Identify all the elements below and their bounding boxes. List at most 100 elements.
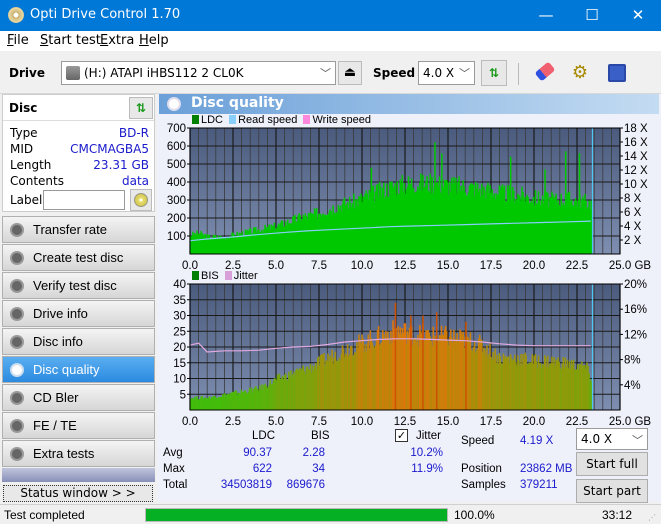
x-tick-label: 25.0 GB <box>609 416 652 426</box>
disc-icon <box>10 279 24 293</box>
ldc-spike <box>544 169 546 254</box>
erase-button[interactable] <box>532 60 558 86</box>
y-tick-label: 500 <box>167 159 186 171</box>
y-tick-label: 600 <box>167 141 186 153</box>
disc-label-button[interactable] <box>130 189 152 211</box>
nav-disc-quality[interactable]: Disc quality <box>2 356 155 383</box>
status-window-button[interactable]: Status window > > <box>3 485 153 502</box>
stats-col-ldc: LDC <box>252 430 276 442</box>
refresh-button[interactable]: ⇅ <box>481 60 507 86</box>
disc-icon <box>10 363 24 377</box>
y-tick-label: 5 <box>180 389 186 401</box>
bis-chart: 0.0 2.5 5.0 7.5 10.0 12.5 15.0 17.5 20.0 22.5 25.0… <box>173 279 652 426</box>
divider <box>3 120 154 121</box>
y2-tick-label: 2 X <box>624 235 642 247</box>
menu-help[interactable]: Help <box>139 33 169 48</box>
eraser-icon <box>534 61 556 82</box>
toolbar-divider <box>518 63 519 85</box>
stats-max-bis: 34 <box>312 463 325 475</box>
nav-label: Transfer rate <box>33 222 107 237</box>
test-speed-select[interactable]: 4.0 X ﹀ <box>576 428 648 450</box>
menu-start-test[interactable]: Start test <box>40 33 101 48</box>
disc-type-value: BD-R <box>118 126 149 140</box>
x-tick-label: 10.0 <box>351 260 373 270</box>
progress-text: 100.0% <box>454 508 495 522</box>
y2-tick-label: 18 X <box>624 123 648 135</box>
window-title: Opti Drive Control 1.70 <box>30 7 181 22</box>
settings-button[interactable]: ⚙ <box>567 60 593 86</box>
y2-tick-label: 4% <box>624 380 641 392</box>
nav-label: Create test disc <box>33 250 124 265</box>
nav-drive-info[interactable]: Drive info <box>2 300 155 327</box>
menu-extra-label: xtra <box>108 33 135 48</box>
stats-max-label: Max <box>163 463 185 475</box>
bis-spike <box>465 321 467 410</box>
disc-length-label: Length <box>10 158 52 172</box>
gears-icon: ⚙ <box>571 62 589 83</box>
y2-tick-label: 10 X <box>624 179 648 191</box>
eject-icon: ⏏ <box>343 65 357 80</box>
disc-contents-label: Contents <box>10 174 64 188</box>
disc-type-label: Type <box>10 126 38 140</box>
x-tick-label: 20.0 <box>523 260 545 270</box>
y2-tick-label: 14 X <box>624 151 648 163</box>
floppy-save-icon <box>608 64 626 82</box>
drive-select[interactable]: (H:) ATAPI iHBS112 2 CL0K ﹀ <box>61 61 336 85</box>
disc-label-label: Label <box>10 193 43 207</box>
x-tick-label: 12.5 <box>394 416 416 426</box>
disc-icon <box>10 335 24 349</box>
stats-avg-ldc: 90.37 <box>243 447 272 459</box>
start-full-button[interactable]: Start full <box>576 452 648 476</box>
panel-header: Disc quality <box>159 94 659 114</box>
nav-create-test-disc[interactable]: Create test disc <box>2 244 155 271</box>
close-button[interactable]: ✕ <box>615 0 661 31</box>
stats-avg-jitter: 10.2% <box>410 447 443 459</box>
disc-mid-value: CMCMAGBA5 <box>70 142 149 156</box>
y2-tick-label: 12 X <box>624 165 648 177</box>
jitter-checkbox[interactable]: ✓ <box>395 429 408 442</box>
disc-length-value: 23.31 GB <box>93 158 149 172</box>
save-button[interactable] <box>604 60 630 86</box>
nav-label: Drive info <box>33 306 88 321</box>
disc-refresh-button[interactable]: ⇅ <box>129 97 153 119</box>
stats-max-ldc: 622 <box>252 463 272 475</box>
status-text: Test completed <box>4 508 85 522</box>
nav-cd-bler[interactable]: CD Bler <box>2 384 155 411</box>
nav-disc-info[interactable]: Disc info <box>2 328 155 355</box>
nav-transfer-rate[interactable]: Transfer rate <box>2 216 155 243</box>
start-part-button[interactable]: Start part <box>576 479 648 503</box>
bis-spike <box>394 302 397 410</box>
bis-spike <box>410 315 412 410</box>
resize-grip-icon[interactable]: ⋰ <box>648 513 656 522</box>
nav-extra-tests[interactable]: Extra tests <box>2 440 155 467</box>
cd-icon <box>134 193 148 207</box>
speed-readout-value: 4.19 X <box>520 435 554 447</box>
minimize-button[interactable]: — <box>523 0 569 31</box>
stats-total-label: Total <box>163 479 188 491</box>
y-tick-label: 200 <box>167 213 186 225</box>
menu-extra[interactable]: Extra <box>100 33 134 48</box>
x-tick-label: 25.0 GB <box>609 260 652 270</box>
maximize-button[interactable]: ☐ <box>569 0 615 31</box>
speed-value: 4.0 X <box>423 66 455 80</box>
stats-total-ldc: 34503819 <box>220 479 272 491</box>
menu-file[interactable]: File <box>7 33 29 48</box>
x-tick-label: 15.0 <box>437 416 459 426</box>
toolbar: Drive (H:) ATAPI iHBS112 2 CL0K ﹀ ⏏ Spee… <box>0 51 661 94</box>
menu-help-accel: H <box>139 33 149 48</box>
checkmark-icon: ✓ <box>396 429 407 442</box>
eject-button[interactable]: ⏏ <box>338 61 362 85</box>
menu-file-label: ile <box>13 33 29 48</box>
stats-jitter-label: Jitter <box>416 430 441 442</box>
status-bar: Test completed 100.0% 33:12 ⋰ <box>0 504 661 524</box>
stats-max-jitter: 11.9% <box>411 463 443 475</box>
disc-label-input[interactable] <box>43 190 125 210</box>
speed-select[interactable]: 4.0 X ﹀ <box>418 61 475 85</box>
x-tick-label: 15.0 <box>437 260 459 270</box>
nav-fe-te[interactable]: FE / TE <box>2 412 155 439</box>
nav-verify-test-disc[interactable]: Verify test disc <box>2 272 155 299</box>
x-tick-label: 12.5 <box>394 260 416 270</box>
x-tick-label: 22.5 <box>566 416 588 426</box>
y2-tick-label: 16% <box>624 304 647 316</box>
position-label: Position <box>461 463 502 475</box>
